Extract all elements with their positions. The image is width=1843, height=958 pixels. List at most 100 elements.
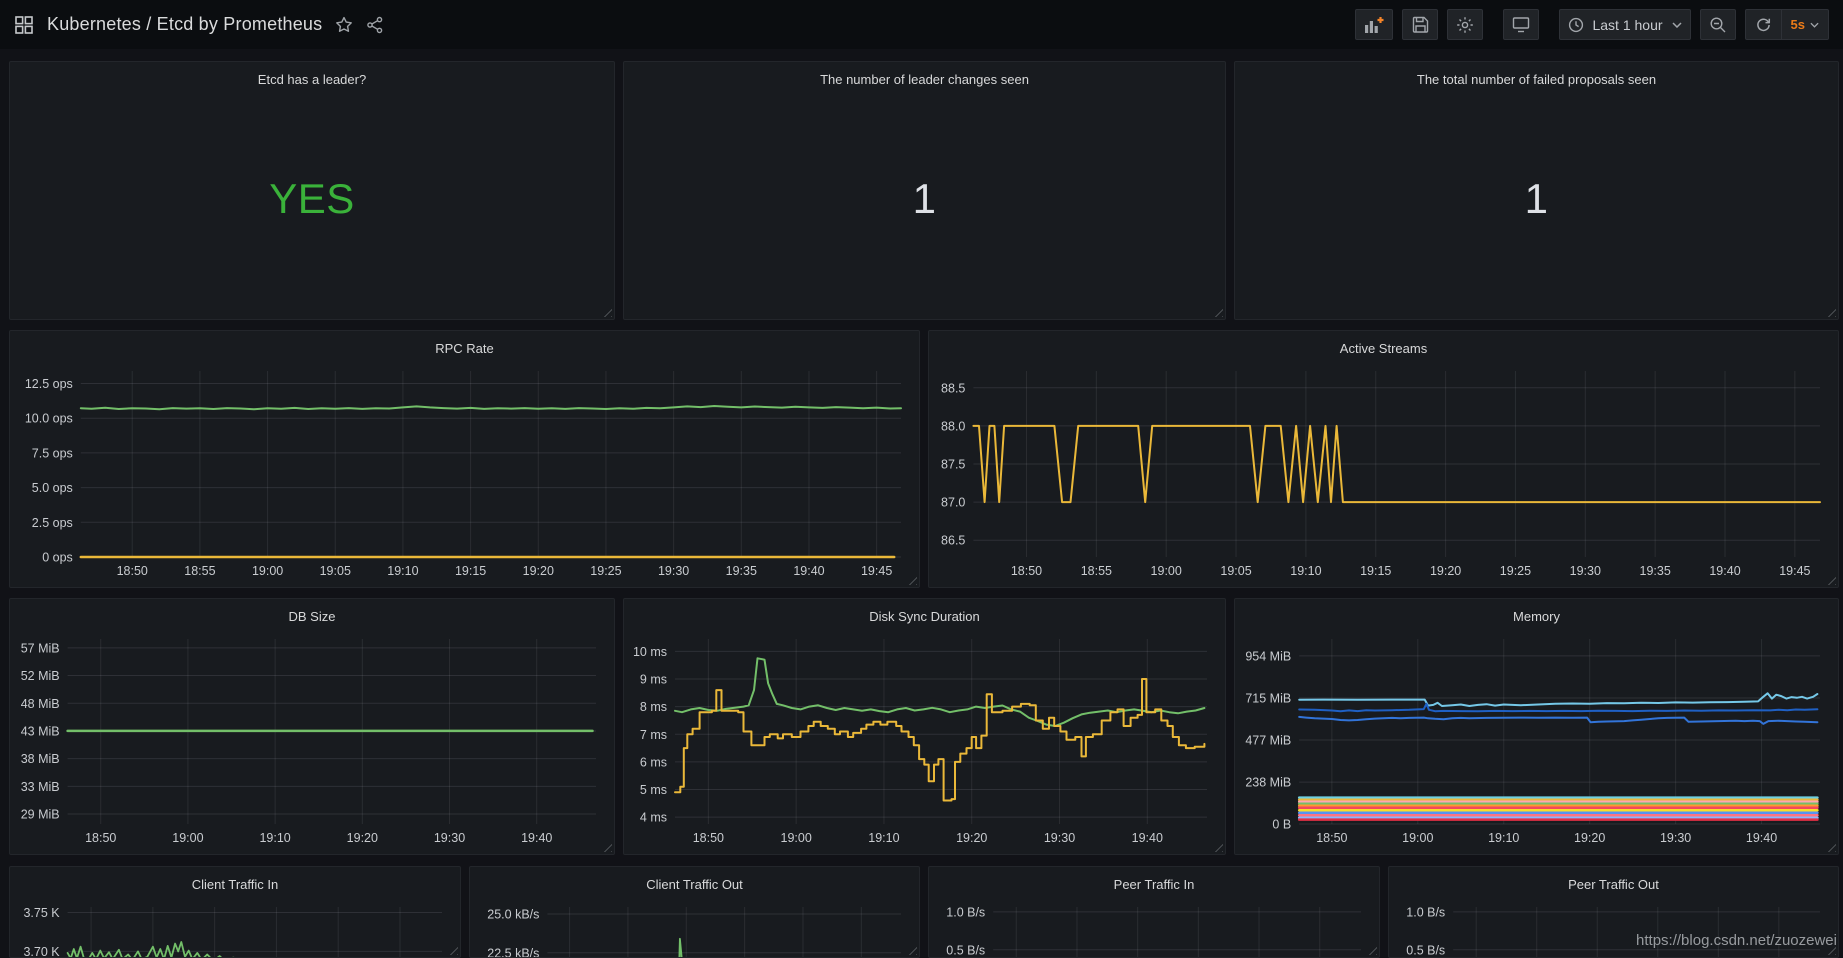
panel-title[interactable]: Etcd has a leader? xyxy=(10,62,614,93)
svg-text:19:40: 19:40 xyxy=(1709,564,1740,578)
panel-title[interactable]: Memory xyxy=(1235,599,1838,630)
memory-chart[interactable]: 18:5019:0019:1019:2019:3019:40954 MiB715… xyxy=(1239,629,1830,850)
panel-title[interactable]: DB Size xyxy=(10,599,614,630)
panel-title[interactable]: The number of leader changes seen xyxy=(624,62,1225,93)
rpc-rate-chart[interactable]: 18:5018:5519:0019:0519:1019:1519:2019:25… xyxy=(14,361,911,583)
svg-text:0 B: 0 B xyxy=(1272,818,1291,832)
chevron-down-icon xyxy=(1672,22,1682,28)
svg-text:18:55: 18:55 xyxy=(1081,564,1112,578)
svg-text:715 MiB: 715 MiB xyxy=(1245,692,1291,706)
stat-value: 1 xyxy=(624,175,1225,223)
dashboard-settings-button[interactable] xyxy=(1447,9,1483,40)
dashboard-header: Kubernetes / Etcd by Prometheus xyxy=(0,0,1843,49)
panel-title[interactable]: The total number of failed proposals see… xyxy=(1235,62,1838,93)
chart-panel-client-traffic-out: Client Traffic Out 18:5019:0019:1019:201… xyxy=(469,866,920,958)
svg-text:88.0: 88.0 xyxy=(941,419,965,433)
svg-text:87.5: 87.5 xyxy=(941,458,965,472)
refresh-interval-button[interactable]: 5s xyxy=(1781,10,1828,39)
svg-text:19:35: 19:35 xyxy=(1640,564,1671,578)
svg-text:19:00: 19:00 xyxy=(252,564,283,578)
svg-text:9 ms: 9 ms xyxy=(640,673,667,687)
panel-title[interactable]: Client Traffic Out xyxy=(470,867,919,898)
share-icon[interactable] xyxy=(366,16,384,34)
svg-text:19:45: 19:45 xyxy=(1779,564,1810,578)
panel-title[interactable]: RPC Rate xyxy=(10,331,919,362)
svg-text:3.75 K: 3.75 K xyxy=(23,906,60,920)
client-traffic-out-chart[interactable]: 18:5019:0019:1019:2019:3019:4025.0 kB/s2… xyxy=(474,897,911,958)
svg-text:19:25: 19:25 xyxy=(590,564,621,578)
panel-title[interactable]: Active Streams xyxy=(929,331,1838,362)
svg-text:19:10: 19:10 xyxy=(868,831,899,845)
svg-text:19:40: 19:40 xyxy=(521,831,552,845)
chart-panel-active-streams: Active Streams 18:5018:5519:0019:0519:10… xyxy=(928,330,1839,588)
chart-panel-disk-sync-duration: Disk Sync Duration 18:5019:0019:1019:201… xyxy=(623,598,1226,855)
svg-text:0 ops: 0 ops xyxy=(42,551,73,565)
svg-text:2.5 ops: 2.5 ops xyxy=(32,516,73,530)
svg-text:19:00: 19:00 xyxy=(1151,564,1182,578)
time-range-label: Last 1 hour xyxy=(1592,17,1662,33)
refresh-interval-label: 5s xyxy=(1791,17,1805,32)
svg-text:8 ms: 8 ms xyxy=(640,700,667,714)
svg-text:19:25: 19:25 xyxy=(1500,564,1531,578)
svg-text:25.0 kB/s: 25.0 kB/s xyxy=(487,907,539,921)
svg-text:1.0 B/s: 1.0 B/s xyxy=(1406,905,1445,919)
stat-value: YES xyxy=(10,175,614,223)
client-traffic-in-chart[interactable]: 18:5019:0019:1019:2019:3019:403.75 K3.70… xyxy=(14,897,452,958)
svg-text:19:20: 19:20 xyxy=(347,831,378,845)
svg-text:10.0 ops: 10.0 ops xyxy=(25,412,73,426)
chart-panel-memory: Memory 18:5019:0019:1019:2019:3019:40954… xyxy=(1234,598,1839,855)
svg-text:3.70 K: 3.70 K xyxy=(23,945,60,958)
zoom-out-button[interactable] xyxy=(1700,9,1736,40)
refresh-button[interactable] xyxy=(1746,10,1781,39)
svg-text:19:30: 19:30 xyxy=(1570,564,1601,578)
svg-text:19:05: 19:05 xyxy=(320,564,351,578)
svg-text:12.5 ops: 12.5 ops xyxy=(25,377,73,391)
svg-text:19:00: 19:00 xyxy=(172,831,203,845)
dashboard-grid-icon[interactable] xyxy=(14,15,34,35)
svg-text:18:50: 18:50 xyxy=(117,564,148,578)
save-dashboard-button[interactable] xyxy=(1402,9,1438,40)
svg-text:38 MiB: 38 MiB xyxy=(21,752,60,766)
watermark: https://blog.csdn.net/zuozewei xyxy=(1636,932,1837,949)
chart-panel-client-traffic-in: Client Traffic In 18:5019:0019:1019:2019… xyxy=(9,866,461,958)
svg-text:19:40: 19:40 xyxy=(793,564,824,578)
svg-text:7.5 ops: 7.5 ops xyxy=(32,446,73,460)
star-icon[interactable] xyxy=(335,16,353,34)
clock-icon xyxy=(1568,17,1584,33)
chart-panel-peer-traffic-in: Peer Traffic In 18:5019:0019:1019:2019:3… xyxy=(928,866,1380,958)
svg-text:29 MiB: 29 MiB xyxy=(21,808,60,822)
svg-text:477 MiB: 477 MiB xyxy=(1245,733,1291,747)
db-size-chart[interactable]: 18:5019:0019:1019:2019:3019:4057 MiB52 M… xyxy=(14,629,606,850)
active-streams-chart[interactable]: 18:5018:5519:0019:0519:1019:1519:2019:25… xyxy=(933,361,1830,583)
svg-text:4 ms: 4 ms xyxy=(640,811,667,825)
chevron-down-icon xyxy=(1810,22,1819,28)
svg-text:19:40: 19:40 xyxy=(1746,831,1777,845)
svg-text:19:30: 19:30 xyxy=(1044,831,1075,845)
dashboard-title: Kubernetes / Etcd by Prometheus xyxy=(47,14,322,35)
peer-traffic-in-chart[interactable]: 18:5019:0019:1019:2019:3019:401.0 B/s0.5… xyxy=(933,897,1371,958)
panel-title[interactable]: Disk Sync Duration xyxy=(624,599,1225,630)
stat-value: 1 xyxy=(1235,175,1838,223)
panel-title[interactable]: Client Traffic In xyxy=(10,867,460,898)
svg-text:19:20: 19:20 xyxy=(1574,831,1605,845)
panel-title[interactable]: Peer Traffic Out xyxy=(1389,867,1838,898)
disk-sync-duration-chart[interactable]: 18:5019:0019:1019:2019:3019:4010 ms9 ms8… xyxy=(628,629,1217,850)
panel-title[interactable]: Peer Traffic In xyxy=(929,867,1379,898)
svg-text:19:00: 19:00 xyxy=(1402,831,1433,845)
svg-text:19:10: 19:10 xyxy=(259,831,290,845)
svg-text:22.5 kB/s: 22.5 kB/s xyxy=(487,946,539,958)
svg-text:18:50: 18:50 xyxy=(1316,831,1347,845)
cycle-view-mode-button[interactable] xyxy=(1503,9,1539,40)
stat-panel-failed-proposals: The total number of failed proposals see… xyxy=(1234,61,1839,320)
time-range-picker[interactable]: Last 1 hour xyxy=(1559,9,1690,40)
svg-text:18:50: 18:50 xyxy=(1011,564,1042,578)
svg-text:19:15: 19:15 xyxy=(1360,564,1391,578)
svg-text:7 ms: 7 ms xyxy=(640,728,667,742)
svg-text:33 MiB: 33 MiB xyxy=(21,780,60,794)
svg-text:954 MiB: 954 MiB xyxy=(1245,649,1291,663)
stat-panel-leader-changes: The number of leader changes seen 1 xyxy=(623,61,1226,320)
svg-text:6 ms: 6 ms xyxy=(640,755,667,769)
add-panel-button[interactable] xyxy=(1355,9,1393,40)
svg-text:0.5 B/s: 0.5 B/s xyxy=(946,943,985,957)
svg-text:19:40: 19:40 xyxy=(1132,831,1163,845)
